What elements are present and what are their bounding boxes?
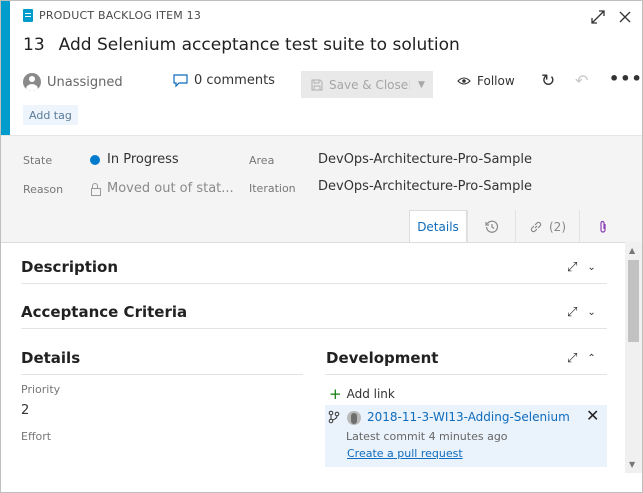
state-dot-icon bbox=[90, 154, 100, 165]
details-heading[interactable]: Details bbox=[21, 349, 80, 367]
area-field[interactable]: DevOps-Architecture-Pro-Sample bbox=[318, 152, 532, 167]
follow-button[interactable]: Follow bbox=[457, 74, 515, 88]
description-tools: ⤢ ⌄ bbox=[567, 260, 596, 275]
scroll-up-icon[interactable]: ▲ bbox=[629, 246, 635, 255]
state-field[interactable]: In Progress bbox=[90, 152, 179, 167]
priority-value[interactable]: 2 bbox=[21, 403, 29, 418]
action-toolbar: Unassigned 0 comments Save & Close ▼ Fol… bbox=[23, 69, 642, 99]
chevron-up-icon[interactable]: ⌃ bbox=[587, 353, 595, 364]
branch-link[interactable]: 2018-11-3-WI13-Adding-Selenium bbox=[367, 410, 570, 424]
refresh-icon[interactable]: ↻ bbox=[541, 71, 555, 91]
comment-icon bbox=[173, 73, 188, 87]
acceptance-divider bbox=[21, 328, 607, 329]
development-link-item: 2018-11-3-WI13-Adding-Selenium Latest co… bbox=[325, 405, 607, 467]
maximize-icon[interactable]: ⤢ bbox=[567, 260, 577, 275]
comments-label: 0 comments bbox=[194, 73, 275, 88]
add-link-button[interactable]: + Add link bbox=[329, 385, 395, 403]
acceptance-tools: ⤢ ⌄ bbox=[567, 305, 596, 320]
add-link-label: Add link bbox=[346, 387, 395, 401]
backlog-item-icon bbox=[23, 9, 33, 22]
add-tag-button[interactable]: Add tag bbox=[23, 105, 78, 125]
tab-details[interactable]: Details bbox=[409, 210, 467, 243]
work-item-id: 13 bbox=[23, 35, 45, 55]
chevron-down-icon[interactable]: ⌄ bbox=[587, 262, 595, 273]
header-fields: State In Progress Reason Moved out of st… bbox=[1, 135, 642, 243]
tab-attachments[interactable] bbox=[579, 210, 625, 243]
acceptance-criteria-heading[interactable]: Acceptance Criteria bbox=[21, 303, 187, 321]
save-close-main[interactable]: Save & Close bbox=[301, 78, 409, 92]
links-count: (2) bbox=[549, 219, 566, 234]
latest-commit-text: Latest commit 4 minutes ago bbox=[346, 430, 508, 443]
undo-icon[interactable]: ↶ bbox=[575, 71, 588, 90]
assignee-picker[interactable]: Unassigned bbox=[23, 73, 123, 91]
development-divider bbox=[325, 374, 607, 375]
reason-value: Moved out of stat... bbox=[107, 181, 234, 196]
create-pull-request-link[interactable]: Create a pull request bbox=[347, 447, 463, 460]
work-item-type-label: PRODUCT BACKLOG ITEM 13 bbox=[39, 9, 202, 22]
priority-label: Priority bbox=[21, 383, 61, 396]
close-icon[interactable] bbox=[615, 7, 635, 27]
work-item-header: PRODUCT BACKLOG ITEM 13 13 Add Selenium … bbox=[1, 1, 642, 135]
tab-links[interactable]: (2) bbox=[515, 210, 579, 243]
work-item-title-row: 13 Add Selenium acceptance test suite to… bbox=[23, 35, 460, 55]
maximize-icon[interactable]: ⤢ bbox=[567, 305, 577, 320]
development-tools: ⤢ ⌃ bbox=[567, 351, 596, 366]
vertical-scrollbar[interactable]: ▲ ▼ bbox=[625, 242, 642, 473]
iteration-field[interactable]: DevOps-Architecture-Pro-Sample bbox=[318, 179, 532, 194]
reason-field[interactable]: Moved out of stat... bbox=[90, 181, 234, 196]
development-heading[interactable]: Development bbox=[326, 349, 438, 367]
save-close-label: Save & Close bbox=[329, 77, 409, 92]
comments-button[interactable]: 0 comments bbox=[173, 73, 275, 88]
description-heading[interactable]: Description bbox=[21, 258, 118, 276]
area-value: DevOps-Architecture-Pro-Sample bbox=[318, 152, 532, 167]
work-item-body: Description ⤢ ⌄ Acceptance Criteria ⤢ ⌄ … bbox=[1, 242, 625, 492]
assignee-label: Unassigned bbox=[47, 74, 123, 90]
chevron-down-icon[interactable]: ⌄ bbox=[587, 307, 595, 318]
work-item-tabs: Details (2) bbox=[409, 210, 625, 243]
scroll-down-icon[interactable]: ▼ bbox=[629, 460, 635, 469]
plus-icon: + bbox=[329, 385, 342, 403]
avatar-icon bbox=[23, 73, 41, 91]
area-label: Area bbox=[249, 154, 275, 167]
link-icon bbox=[530, 221, 542, 232]
iteration-value: DevOps-Architecture-Pro-Sample bbox=[318, 179, 532, 194]
expand-icon[interactable] bbox=[588, 7, 608, 27]
chevron-down-icon[interactable]: ▼ bbox=[409, 79, 433, 90]
history-icon bbox=[484, 220, 498, 233]
description-divider bbox=[21, 283, 607, 284]
details-divider bbox=[21, 374, 303, 375]
branch-icon bbox=[328, 410, 340, 427]
avatar bbox=[347, 411, 361, 425]
state-value: In Progress bbox=[107, 152, 179, 167]
iteration-label: Iteration bbox=[249, 182, 296, 195]
remove-link-icon[interactable]: ✕ bbox=[586, 406, 599, 425]
scroll-thumb[interactable] bbox=[628, 260, 639, 342]
eye-icon bbox=[457, 77, 471, 85]
follow-label: Follow bbox=[477, 74, 515, 88]
save-icon bbox=[311, 79, 323, 90]
work-item-type-accent bbox=[1, 1, 10, 135]
effort-label: Effort bbox=[21, 430, 52, 443]
work-item-dialog: PRODUCT BACKLOG ITEM 13 13 Add Selenium … bbox=[0, 0, 643, 493]
save-close-button[interactable]: Save & Close ▼ bbox=[301, 71, 433, 98]
maximize-icon[interactable]: ⤢ bbox=[567, 351, 577, 366]
more-actions-icon[interactable]: ••• bbox=[609, 69, 642, 88]
state-label: State bbox=[23, 154, 53, 167]
paperclip-icon bbox=[599, 220, 606, 233]
work-item-title[interactable]: Add Selenium acceptance test suite to so… bbox=[59, 35, 460, 55]
lock-icon bbox=[90, 183, 101, 196]
tab-history[interactable] bbox=[467, 210, 515, 243]
work-item-type-row: PRODUCT BACKLOG ITEM 13 bbox=[23, 9, 201, 22]
reason-label: Reason bbox=[23, 183, 64, 196]
